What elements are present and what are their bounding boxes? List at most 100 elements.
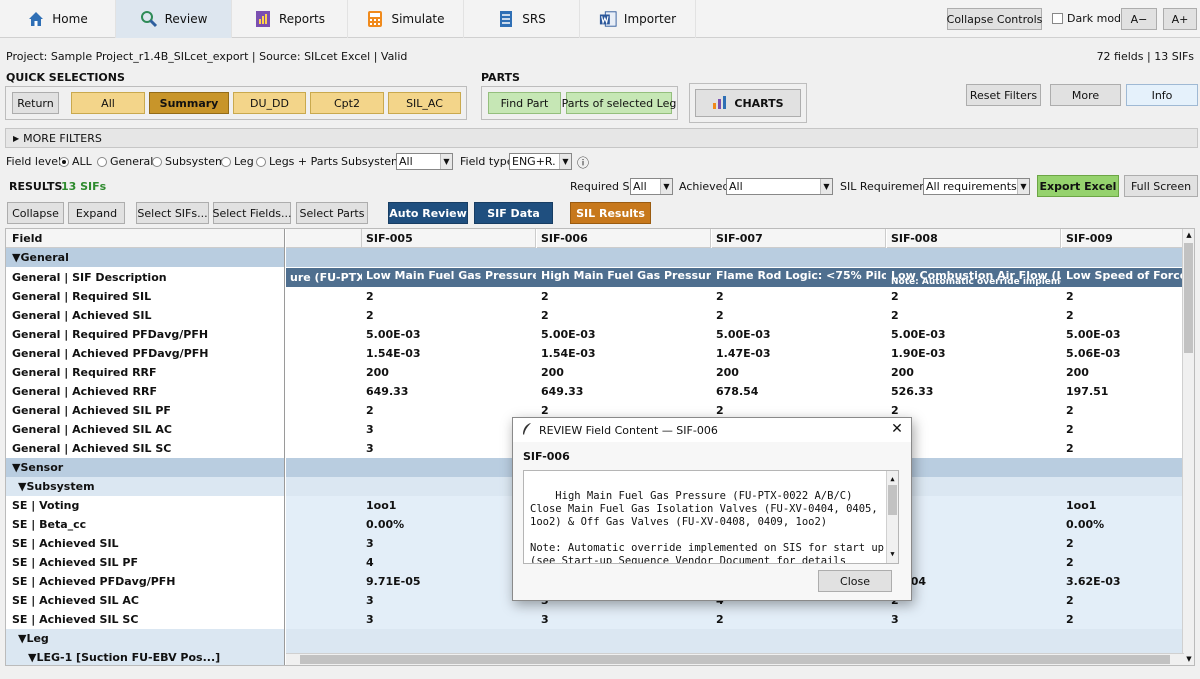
field-label[interactable]: General | Achieved SIL SC bbox=[6, 439, 284, 458]
data-cell[interactable]: 5.00E-03 bbox=[537, 325, 711, 344]
data-cell[interactable]: 2 bbox=[362, 401, 536, 420]
field-label[interactable]: General | Required RRF bbox=[6, 363, 284, 382]
field-label[interactable]: General | Achieved PFDavg/PFH bbox=[6, 344, 284, 363]
data-cell[interactable]: High Main Fuel Gas Pressure (FU-PTX bbox=[537, 266, 711, 285]
data-cell[interactable]: 3 bbox=[362, 591, 536, 610]
scroll-thumb[interactable] bbox=[1184, 243, 1193, 353]
dark-mode-toggle[interactable]: Dark mode bbox=[1052, 12, 1128, 25]
scroll-thumb-horizontal[interactable] bbox=[300, 655, 1170, 664]
data-cell[interactable]: 200 bbox=[887, 363, 1061, 382]
data-cell[interactable]: 0.00% bbox=[362, 515, 536, 534]
section-row[interactable]: General | SIF Description bbox=[6, 268, 284, 287]
field-type-select[interactable]: ENG+R. ▼ bbox=[509, 153, 572, 170]
data-cell[interactable]: 5.06E-03 bbox=[1062, 344, 1194, 363]
field-label[interactable]: General | Required SIL bbox=[6, 287, 284, 306]
dialog-scrollbar[interactable]: ▲ ▼ bbox=[886, 471, 898, 563]
data-cell[interactable]: 2 bbox=[362, 287, 536, 306]
data-cell[interactable]: 3 bbox=[537, 610, 711, 629]
field-level-leg[interactable]: Leg bbox=[221, 155, 254, 168]
data-cell[interactable]: Low Combustion Air Flow (Low Force bbox=[887, 266, 1061, 285]
tab-home[interactable]: Home bbox=[0, 0, 116, 38]
data-cell[interactable]: 2 bbox=[1062, 591, 1194, 610]
data-cell[interactable]: 197.51 bbox=[1062, 382, 1194, 401]
section-row[interactable]: ▼Subsystem bbox=[6, 477, 284, 496]
data-cell[interactable]: 7E-04 bbox=[887, 572, 1061, 591]
data-cell[interactable] bbox=[887, 439, 1061, 458]
data-cell[interactable] bbox=[887, 420, 1061, 439]
field-level-subsystem[interactable]: Subsystem bbox=[152, 155, 226, 168]
collapse-controls-button[interactable]: Collapse Controls bbox=[947, 8, 1042, 30]
data-cell[interactable] bbox=[887, 553, 1061, 572]
data-cell[interactable]: 3 bbox=[362, 534, 536, 553]
data-cell[interactable]: 1oo1 bbox=[1062, 496, 1194, 515]
tab-srs[interactable]: SRS bbox=[464, 0, 580, 38]
field-level-all[interactable]: ALL bbox=[59, 155, 92, 168]
data-cell[interactable] bbox=[887, 534, 1061, 553]
charts-button[interactable]: CHARTS bbox=[695, 89, 801, 117]
desc-cell-partial[interactable]: ure (FU-PTX-003 bbox=[286, 268, 362, 287]
column-header[interactable]: SIF-007 bbox=[712, 229, 886, 248]
data-cell[interactable]: 2 bbox=[887, 287, 1061, 306]
select-parts-button[interactable]: Select Parts bbox=[296, 202, 368, 224]
font-decrease-button[interactable]: A− bbox=[1121, 8, 1157, 30]
parts-of-leg-button[interactable]: Parts of selected Leg bbox=[562, 92, 676, 114]
font-increase-button[interactable]: A+ bbox=[1163, 8, 1197, 30]
quick-sil-ac-button[interactable]: SIL_AC bbox=[388, 92, 461, 114]
data-cell[interactable]: 200 bbox=[1062, 363, 1194, 382]
data-cell[interactable]: 2 bbox=[1062, 306, 1194, 325]
field-label[interactable]: General | Achieved SIL bbox=[6, 306, 284, 325]
data-cell[interactable]: Low Speed of Forced Dr bbox=[1062, 266, 1194, 285]
column-header[interactable]: SIF-005 bbox=[362, 229, 536, 248]
sil-requirements-select[interactable]: All requirements ▼ bbox=[923, 178, 1030, 195]
data-cell[interactable]: 2 bbox=[1062, 610, 1194, 629]
collapse-button[interactable]: Collapse bbox=[7, 202, 64, 224]
data-cell[interactable]: 678.54 bbox=[712, 382, 886, 401]
select-sifs-button[interactable]: Select SIFs... bbox=[136, 202, 209, 224]
data-cell[interactable]: 2 bbox=[537, 287, 711, 306]
tab-simulate[interactable]: Simulate bbox=[348, 0, 464, 38]
checkbox[interactable] bbox=[1052, 13, 1063, 24]
field-label[interactable]: SE | Achieved SIL bbox=[6, 534, 284, 553]
data-cell[interactable]: 9.71E-05 bbox=[362, 572, 536, 591]
data-cell[interactable]: Flame Rod Logic: <75% Pilots Lit (FU- bbox=[712, 266, 886, 285]
section-row[interactable]: ▼Sensor bbox=[6, 458, 284, 477]
data-cell[interactable]: 2 bbox=[362, 306, 536, 325]
tab-reports[interactable]: Reports bbox=[232, 0, 348, 38]
subsystem-select[interactable]: All ▼ bbox=[396, 153, 453, 170]
data-cell[interactable]: 3.62E-03 bbox=[1062, 572, 1194, 591]
select-fields-button[interactable]: Select Fields... bbox=[212, 202, 292, 224]
section-row[interactable]: ▼Leg bbox=[6, 629, 284, 648]
field-label[interactable]: General | Achieved SIL PF bbox=[6, 401, 284, 420]
info-icon[interactable]: ⓘ bbox=[577, 154, 589, 171]
return-button[interactable]: Return bbox=[12, 92, 59, 114]
data-cell[interactable]: 5.00E-03 bbox=[362, 325, 536, 344]
field-label[interactable]: SE | Beta_cc bbox=[6, 515, 284, 534]
data-cell[interactable]: 5.00E-03 bbox=[1062, 325, 1194, 344]
data-cell[interactable]: 3 bbox=[362, 610, 536, 629]
tab-importer[interactable]: Importer bbox=[580, 0, 696, 38]
data-cell[interactable]: 3 bbox=[887, 610, 1061, 629]
section-row[interactable]: ▼LEG-1 [Suction FU-EBV Pos...] bbox=[6, 648, 284, 665]
field-label[interactable]: SE | Achieved PFDavg/PFH bbox=[6, 572, 284, 591]
achieved-select[interactable]: All ▼ bbox=[726, 178, 833, 195]
column-header[interactable]: SIF-009 bbox=[1062, 229, 1194, 248]
data-cell[interactable]: 2 bbox=[712, 306, 886, 325]
data-cell[interactable]: 2 bbox=[1062, 401, 1194, 420]
scroll-thumb[interactable] bbox=[888, 485, 897, 515]
column-header[interactable]: SIF-006 bbox=[537, 229, 711, 248]
data-cell[interactable]: 200 bbox=[712, 363, 886, 382]
more-button[interactable]: More bbox=[1050, 84, 1121, 106]
auto-review-button[interactable]: Auto Review bbox=[388, 202, 468, 224]
field-label[interactable]: General | Required PFDavg/PFH bbox=[6, 325, 284, 344]
sif-data-button[interactable]: SIF Data bbox=[474, 202, 553, 224]
data-cell[interactable]: 649.33 bbox=[537, 382, 711, 401]
data-cell[interactable]: 200 bbox=[362, 363, 536, 382]
dialog-close-button[interactable]: Close bbox=[818, 570, 892, 592]
data-cell[interactable]: 2 bbox=[1062, 287, 1194, 306]
data-cell[interactable]: 2 bbox=[1062, 553, 1194, 572]
data-cell[interactable]: 2 bbox=[887, 591, 1061, 610]
section-row[interactable]: ▼General bbox=[6, 248, 284, 267]
data-cell[interactable]: 3 bbox=[362, 420, 536, 439]
required-sil-select[interactable]: All ▼ bbox=[630, 178, 673, 195]
quick-all-button[interactable]: All bbox=[71, 92, 145, 114]
